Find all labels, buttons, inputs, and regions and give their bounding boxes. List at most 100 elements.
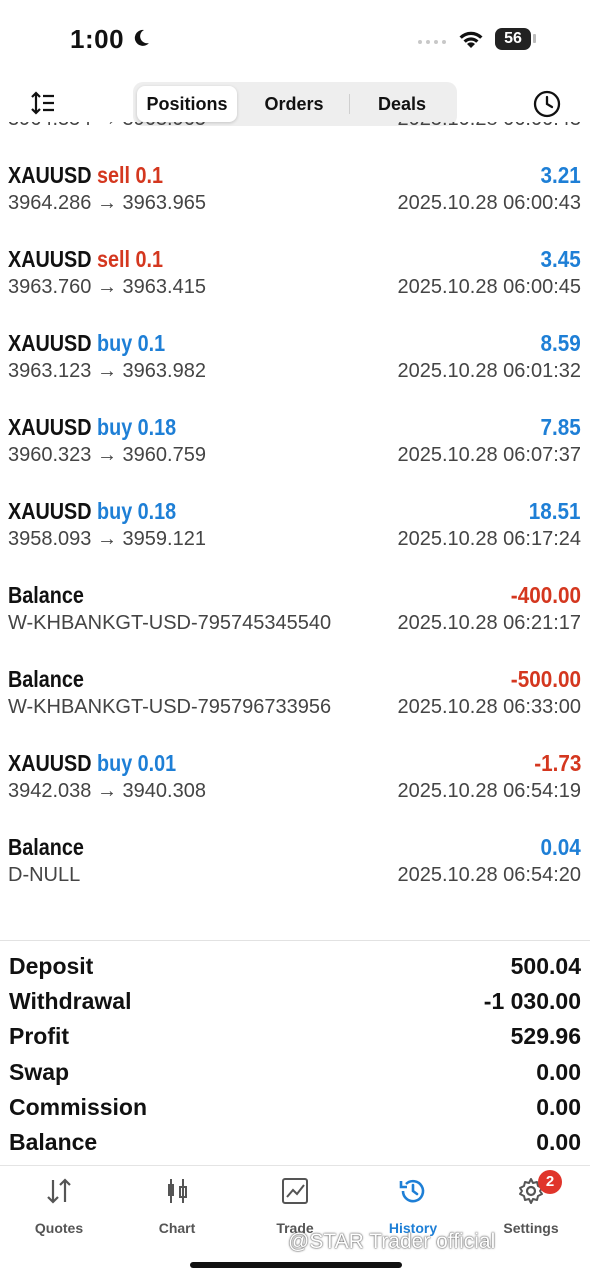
deal-volume: 0.1 — [137, 330, 166, 356]
deal-time: 2025.10.28 06:33:00 — [397, 696, 581, 718]
deal-side: sell — [97, 246, 131, 272]
deals-list[interactable]: XAUUSD sell 0.13.393964.354 → 3963.96520… — [0, 122, 590, 942]
deal-row[interactable]: Balance 0.04 D-NULL 2025.10.28 06:54:20 — [0, 834, 590, 918]
segment-divider — [349, 94, 350, 114]
deal-side: buy — [97, 750, 133, 776]
trade-icon — [282, 1178, 308, 1204]
deal-profit: 3.21 — [540, 162, 581, 188]
deal-volume: 0.18 — [137, 498, 177, 524]
tab-deals[interactable]: Deals — [351, 86, 453, 122]
deal-profit: -400.00 — [510, 582, 581, 608]
summary-label: Balance — [9, 1129, 98, 1155]
cellular-signal-icon — [418, 40, 446, 44]
deal-time: 2025.10.28 06:54:19 — [397, 780, 581, 802]
deal-row[interactable]: Balance -400.00 W-KHBANKGT-USD-79574534554… — [0, 582, 590, 666]
summary-value: 500.04 — [510, 953, 581, 979]
home-indicator — [190, 1262, 402, 1268]
summary-label: Deposit — [9, 953, 94, 979]
status-bar: 1:00 56 — [0, 0, 590, 70]
deal-row[interactable]: XAUUSD buy 0.18 18.51 3958.093 → 3959.121 2… — [0, 498, 590, 582]
summary-label: Profit — [9, 1023, 70, 1050]
deal-side: buy — [97, 498, 133, 524]
deal-prices: 3942.038 → 3940.308 — [8, 780, 206, 802]
summary-label: Swap — [9, 1058, 70, 1085]
deal-volume: 0.01 — [137, 750, 177, 776]
deal-profit: -500.00 — [510, 666, 581, 692]
deal-prices: 3963.123 → 3963.982 — [8, 360, 206, 382]
deal-time: 2025.10.28 06:00:43 — [397, 122, 581, 131]
deal-title: XAUUSD buy 0.18 — [8, 414, 176, 441]
quotes-icon — [47, 1178, 71, 1204]
deal-profit: 7.85 — [540, 414, 581, 440]
sort-icon[interactable] — [30, 90, 56, 116]
deal-symbol: XAUUSD — [8, 330, 92, 356]
deal-time: 2025.10.28 06:00:45 — [397, 276, 581, 298]
deal-row[interactable]: XAUUSD sell 0.13.393964.354 → 3963.96520… — [0, 122, 590, 162]
deal-profit: 8.59 — [540, 330, 581, 356]
tab-positions[interactable]: Positions — [137, 86, 237, 122]
summary-value: 529.96 — [510, 1023, 581, 1050]
deal-profit: -1.73 — [533, 750, 581, 776]
deal-prices: 3964.354 → 3963.965 — [8, 122, 206, 131]
deal-symbol: XAUUSD — [8, 246, 92, 272]
deal-time: 2025.10.28 06:00:43 — [397, 192, 581, 214]
deal-row[interactable]: Balance -500.00 W-KHBANKGT-USD-79579673395… — [0, 666, 590, 750]
summary-value: 0.00 — [536, 1093, 581, 1120]
deal-prices: W-KHBANKGT-USD-795745345540 — [8, 612, 332, 634]
watermark: @STAR Trader official — [288, 1230, 496, 1253]
summary-value: 0.00 — [536, 1058, 581, 1085]
summary-row: Withdrawal -1 030.00 — [0, 988, 590, 1023]
deal-side: sell — [97, 162, 131, 188]
nav-chart-label: Chart — [158, 1220, 196, 1236]
deal-title: Balance — [8, 834, 84, 861]
deal-symbol: XAUUSD — [8, 414, 92, 440]
deal-prices: D-NULL — [8, 864, 81, 886]
deal-prices: W-KHBANKGT-USD-795796733956 — [8, 696, 332, 718]
deal-profit: 0.04 — [540, 834, 581, 860]
deal-prices: 3964.286 → 3963.965 — [8, 192, 206, 214]
deal-prices: 3958.093 → 3959.121 — [8, 528, 206, 550]
deal-volume: 0.18 — [137, 414, 177, 440]
deal-volume: 0.1 — [135, 246, 164, 272]
summary-panel: Deposit 500.04 Withdrawal -1 030.00 Profit 52… — [0, 940, 590, 1155]
deal-symbol: XAUUSD — [8, 750, 92, 776]
deal-row[interactable]: XAUUSD buy 0.18 7.85 3960.323 → 3960.759 20… — [0, 414, 590, 498]
summary-value: -1 030.00 — [483, 988, 581, 1015]
deal-title: Balance — [8, 666, 84, 693]
clock-icon[interactable] — [533, 90, 561, 118]
deal-symbol: Balance — [8, 582, 84, 608]
summary-row: Deposit 500.04 — [0, 953, 590, 988]
summary-value: 0.00 — [536, 1129, 581, 1155]
deal-prices: 3963.760 → 3963.415 — [8, 276, 206, 298]
deal-title: Balance — [8, 582, 84, 609]
deal-time: 2025.10.28 06:17:24 — [397, 528, 581, 550]
deal-row[interactable]: XAUUSD sell 0.1 3.45 3963.760 → 3963.415 20… — [0, 246, 590, 330]
deal-side: buy — [97, 414, 133, 440]
deal-title: XAUUSD sell 0.1 — [8, 246, 163, 273]
chart-icon — [168, 1179, 187, 1203]
nav-quotes[interactable]: Quotes — [0, 1176, 118, 1246]
history-icon — [399, 1179, 425, 1203]
deal-profit: 18.51 — [529, 498, 581, 524]
battery-indicator: 56 — [495, 28, 531, 50]
deal-title: XAUUSD buy 0.18 — [8, 498, 176, 525]
deal-symbol: Balance — [8, 834, 84, 860]
moon-icon — [134, 29, 149, 46]
deal-row[interactable]: XAUUSD buy 0.01 -1.73 3942.038 → 3940.308 2… — [0, 750, 590, 834]
deal-symbol: Balance — [8, 666, 84, 692]
summary-row: Balance 0.00 — [0, 1129, 590, 1164]
deal-title: XAUUSD sell 0.1 — [8, 162, 163, 189]
deal-symbol: XAUUSD — [8, 162, 92, 188]
summary-label: Withdrawal — [9, 988, 132, 1015]
status-time: 1:00 — [70, 24, 125, 54]
nav-quotes-label: Quotes — [34, 1220, 84, 1236]
deal-row[interactable]: XAUUSD buy 0.1 8.59 3963.123 → 3963.982 202… — [0, 330, 590, 414]
deal-time: 2025.10.28 06:54:20 — [397, 864, 581, 886]
deal-title: XAUUSD buy 0.1 — [8, 330, 165, 357]
deal-row[interactable]: XAUUSD sell 0.1 3.21 3964.286 → 3963.965 20… — [0, 162, 590, 246]
summary-row: Swap 0.00 — [0, 1059, 590, 1094]
deal-symbol: XAUUSD — [8, 498, 92, 524]
deal-title: XAUUSD buy 0.01 — [8, 750, 176, 777]
tab-orders[interactable]: Orders — [241, 86, 347, 122]
nav-chart[interactable]: Chart — [118, 1176, 236, 1246]
